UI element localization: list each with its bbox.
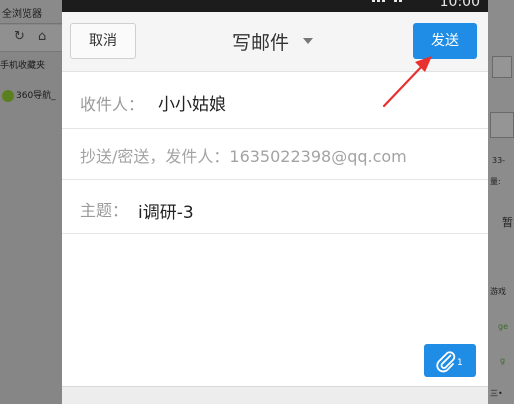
nav-tab[interactable]: 360导航_ — [2, 88, 56, 102]
fragment-text: 三• — [490, 389, 503, 398]
compose-header: 取消 写邮件 发送 — [62, 12, 488, 72]
bottom-bar — [62, 386, 488, 404]
signal-icon — [372, 0, 402, 2]
chevron-down-icon[interactable] — [303, 38, 313, 44]
cc-bcc-sender-field[interactable]: 抄送/密送，发件人：1635022398@qq.com — [62, 129, 488, 180]
phone-screen: 10:00 取消 写邮件 发送 收件人： 小小姑娘 抄送/密送，发件人：1635… — [62, 0, 488, 404]
fragment-text: 暂 — [502, 216, 513, 229]
page-title[interactable]: 写邮件 — [232, 28, 289, 55]
subject-field[interactable]: 主题： i调研-3 — [62, 180, 488, 234]
bookmark-label: 手机收藏夹 — [0, 61, 46, 71]
status-bar: 10:00 — [62, 0, 488, 12]
fragment-text: ge — [498, 322, 508, 331]
paperclip-icon — [436, 351, 456, 373]
fragment-box — [490, 112, 514, 138]
send-button[interactable]: 发送 — [413, 23, 477, 59]
refresh-icon[interactable]: ↻ — [14, 29, 25, 44]
page-right-fragment: 33- 量: 暂 游戏 ge g 三• — [488, 0, 514, 404]
browser-title: 全浏览器 — [2, 9, 42, 20]
recipient-value[interactable]: 小小姑娘 — [158, 90, 226, 115]
fragment-text: 游戏 — [490, 287, 506, 296]
browser-toolbar: ↻ ⌂ — [0, 25, 62, 52]
attachment-button[interactable]: 1 — [424, 344, 476, 377]
home-icon[interactable]: ⌂ — [38, 29, 46, 44]
fragment-text: g — [500, 356, 506, 365]
status-clock: 10:00 — [439, 0, 480, 10]
recipient-label: 收件人： — [80, 95, 145, 114]
recipient-field[interactable]: 收件人： 小小姑娘 — [62, 73, 488, 129]
fragment-text: 量: — [490, 177, 501, 186]
cancel-button[interactable]: 取消 — [70, 23, 136, 59]
attachment-count: 1 — [457, 358, 463, 368]
fragment-box — [492, 56, 512, 78]
cc-bcc-sender-label: 抄送/密送，发件人：1635022398@qq.com — [80, 147, 407, 166]
360-logo-icon — [2, 89, 14, 102]
subject-label: 主题： — [80, 201, 129, 220]
bookmark-bar-item[interactable]: 手机收藏夹 — [0, 58, 45, 71]
nav-tab-label: 360导航_ — [16, 91, 56, 101]
subject-value[interactable]: i调研-3 — [138, 198, 194, 223]
fragment-text: 33- — [492, 156, 506, 165]
